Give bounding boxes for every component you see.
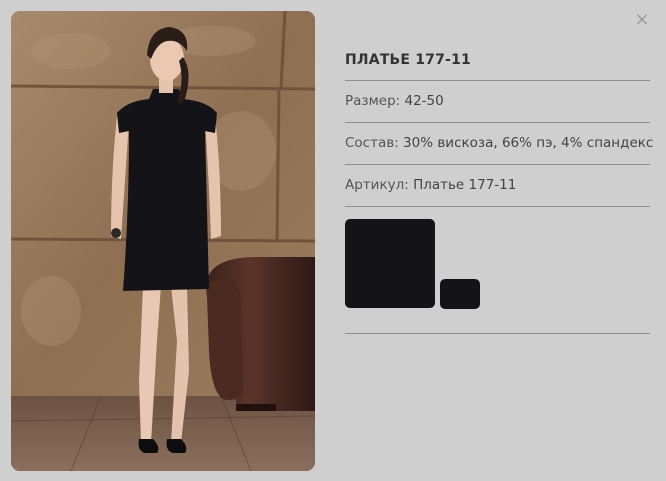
article-value: Платье 177-11 [413, 177, 517, 193]
article-row: Артикул: Платье 177-11 [345, 165, 650, 207]
product-photo [11, 11, 315, 471]
product-info: ПЛАТЬЕ 177-11 Размер: 42-50 Состав: 30% … [345, 40, 654, 334]
size-row: Размер: 42-50 [345, 81, 650, 123]
product-title: ПЛАТЬЕ 177-11 [345, 40, 650, 81]
close-icon: × [634, 9, 650, 30]
article-label: Артикул: [345, 177, 414, 193]
color-swatch-selected[interactable] [345, 219, 435, 308]
product-modal: × ПЛАТЬЕ 177-11 Размер: 42-50 Состав: 30… [0, 0, 666, 481]
color-swatch[interactable] [440, 279, 480, 309]
composition-row: Состав: 30% вискоза, 66% пэ, 4% спандекс [345, 123, 654, 165]
close-button[interactable]: × [634, 9, 650, 30]
composition-label: Состав: [345, 135, 404, 151]
color-swatches [345, 207, 650, 334]
composition-value: 30% вискоза, 66% пэ, 4% спандекс [403, 135, 654, 151]
size-value: 42-50 [404, 93, 444, 109]
size-label: Размер: [345, 93, 405, 109]
